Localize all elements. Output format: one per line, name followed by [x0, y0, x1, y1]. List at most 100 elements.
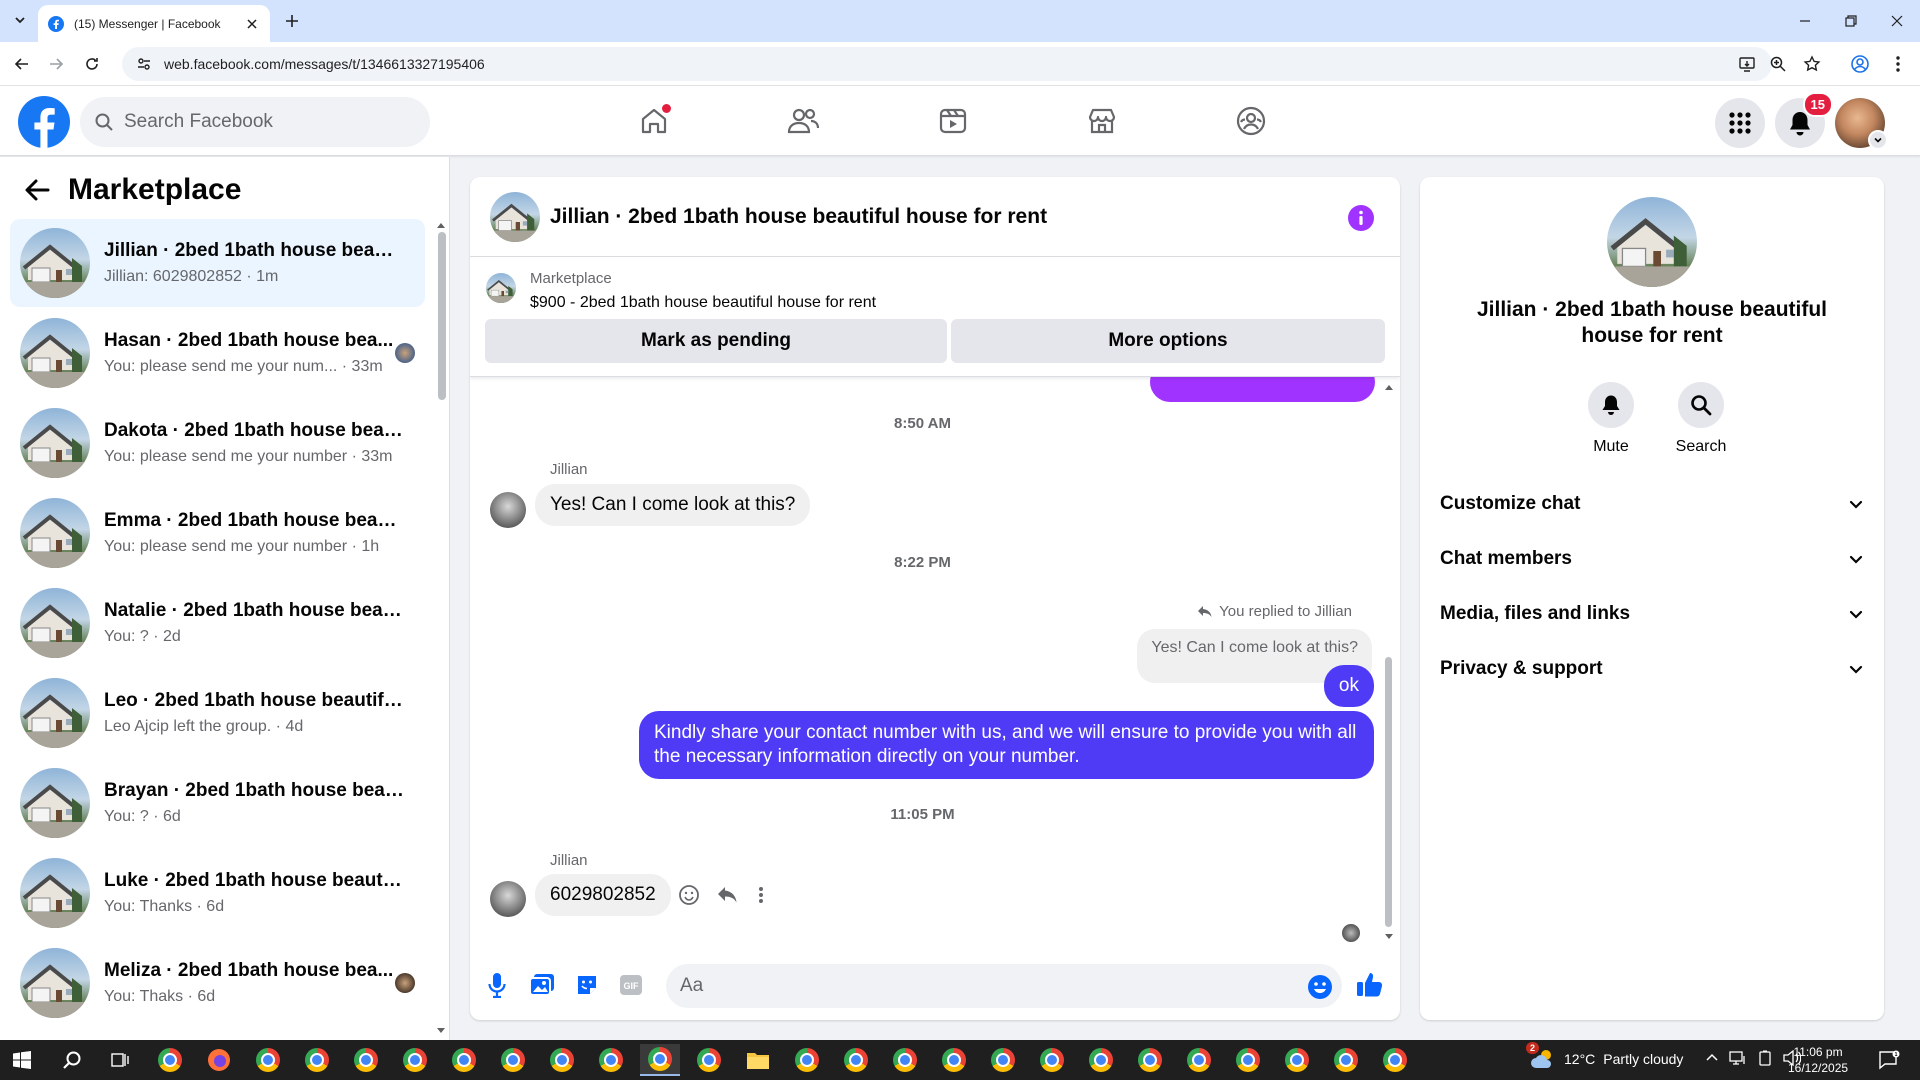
taskbar-app-chrome[interactable]: [689, 1044, 729, 1076]
back-button[interactable]: [10, 52, 34, 76]
menu-button[interactable]: [1715, 98, 1765, 148]
notifications-button[interactable]: 15: [1775, 92, 1833, 148]
chat-header-avatar[interactable]: [490, 191, 540, 242]
bookmark-star-icon[interactable]: [1800, 52, 1824, 76]
search-in-chat-button[interactable]: [1678, 382, 1724, 428]
browser-menu-icon[interactable]: [1886, 52, 1910, 76]
nav-friends[interactable]: [782, 100, 824, 142]
back-arrow-icon[interactable]: [24, 178, 50, 202]
details-avatar[interactable]: [1607, 197, 1697, 287]
search-action[interactable]: Search: [1661, 382, 1741, 456]
send-like-button[interactable]: [1356, 970, 1384, 998]
scroll-up-arrow-icon[interactable]: [436, 221, 446, 229]
network-icon[interactable]: [1729, 1050, 1747, 1066]
new-tab-button[interactable]: [280, 9, 304, 33]
details-section-row[interactable]: Privacy & support: [1440, 649, 1864, 689]
taskbar-app-chrome[interactable]: [934, 1044, 974, 1076]
conversation-item[interactable]: Meliza · 2bed 1bath house bea... You: Tha…: [10, 939, 425, 1027]
mute-button[interactable]: [1588, 382, 1634, 428]
taskbar-app-chrome[interactable]: [591, 1044, 631, 1076]
scroll-up-arrow-icon[interactable]: [1384, 383, 1394, 391]
message-input-box[interactable]: [666, 964, 1342, 1008]
conversation-item[interactable]: Hasan · 2bed 1bath house bea... You: plea…: [10, 309, 425, 397]
taskbar-app-chrome[interactable]: [444, 1044, 484, 1076]
conversation-item[interactable]: Brayan · 2bed 1bath house beaut... You: ?…: [10, 759, 425, 847]
react-emoji-icon[interactable]: [678, 884, 700, 906]
conversation-item[interactable]: Dakota · 2bed 1bath house beaut... You: p…: [10, 399, 425, 487]
task-view-button[interactable]: [100, 1044, 140, 1076]
attach-photo-button[interactable]: [528, 971, 556, 999]
taskbar-app-chrome[interactable]: [1228, 1044, 1268, 1076]
more-options-button[interactable]: More options: [951, 319, 1385, 363]
taskbar-app-chrome[interactable]: [493, 1044, 533, 1076]
conversation-item[interactable]: Leo · 2bed 1bath house beautiful... Leo A…: [10, 669, 425, 757]
incoming-message[interactable]: 6029802852: [535, 874, 671, 916]
taskbar-app-chrome[interactable]: [983, 1044, 1023, 1076]
taskbar-app-chrome[interactable]: [248, 1044, 288, 1076]
nav-groups[interactable]: [1230, 100, 1272, 142]
taskbar-app-chrome[interactable]: [1375, 1044, 1415, 1076]
conversation-item[interactable]: Jillian · 2bed 1bath house beautif... Jil…: [10, 219, 425, 307]
scroll-down-arrow-icon[interactable]: [1384, 933, 1394, 941]
taskbar-app-chrome[interactable]: [1277, 1044, 1317, 1076]
emoji-button[interactable]: [1306, 973, 1334, 1001]
facebook-search[interactable]: [80, 97, 430, 147]
facebook-search-input[interactable]: [124, 111, 404, 133]
more-vertical-icon[interactable]: [756, 885, 766, 905]
taskbar-app-chrome[interactable]: [542, 1044, 582, 1076]
sender-avatar[interactable]: [490, 881, 526, 917]
taskbar-app-chrome[interactable]: [297, 1044, 337, 1076]
taskbar-app-chrome[interactable]: [885, 1044, 925, 1076]
conversation-item[interactable]: Natalie · 2bed 1bath house beaut... You: …: [10, 579, 425, 667]
listing-thumbnail[interactable]: [486, 273, 516, 303]
chat-title[interactable]: Jillian · 2bed 1bath house beautiful hou…: [550, 205, 1047, 229]
info-icon[interactable]: [1348, 205, 1374, 231]
reload-button[interactable]: [80, 52, 104, 76]
close-tab-icon[interactable]: [244, 16, 260, 32]
conversation-item[interactable]: Emma · 2bed 1bath house beauti... You: pl…: [10, 489, 425, 577]
restore-window-button[interactable]: [1828, 0, 1874, 42]
message-input[interactable]: [680, 975, 1280, 997]
taskbar-app-chrome[interactable]: [836, 1044, 876, 1076]
details-section-row[interactable]: Customize chat: [1440, 484, 1864, 524]
facebook-logo-icon[interactable]: [18, 96, 70, 148]
close-window-button[interactable]: [1874, 0, 1920, 42]
zoom-icon[interactable]: [1766, 52, 1790, 76]
taskbar-clock[interactable]: 11:06 pm 16/12/2025: [1788, 1044, 1848, 1076]
taskbar-app-chrome[interactable]: [1179, 1044, 1219, 1076]
battery-icon[interactable]: [1757, 1050, 1773, 1066]
start-button[interactable]: [2, 1044, 42, 1076]
taskbar-app-chrome[interactable]: [150, 1044, 190, 1076]
conversation-item[interactable]: Luke · 2bed 1bath house beautif... You: T…: [10, 849, 425, 937]
tab-search-button[interactable]: [8, 8, 32, 32]
notification-center-button[interactable]: 1: [1878, 1050, 1900, 1070]
nav-marketplace[interactable]: [1081, 100, 1123, 142]
nav-video[interactable]: [932, 100, 974, 142]
profile-icon[interactable]: [1848, 52, 1872, 76]
address-bar[interactable]: web.facebook.com/messages/t/134661332719…: [122, 47, 1772, 81]
taskbar-search-button[interactable]: [52, 1044, 92, 1076]
details-section-row[interactable]: Chat members: [1440, 539, 1864, 579]
site-settings-icon[interactable]: [136, 56, 152, 72]
listing-title[interactable]: $900 - 2bed 1bath house beautiful house …: [530, 294, 876, 312]
taskbar-app-chrome[interactable]: [395, 1044, 435, 1076]
taskbar-app-chrome[interactable]: [1130, 1044, 1170, 1076]
taskbar-app-folder[interactable]: [738, 1044, 778, 1076]
forward-button[interactable]: [44, 52, 68, 76]
scroll-down-arrow-icon[interactable]: [436, 1027, 446, 1035]
account-menu-chevron[interactable]: [1868, 130, 1888, 150]
mute-action[interactable]: Mute: [1571, 382, 1651, 456]
taskbar-app-firefox[interactable]: [199, 1044, 239, 1076]
gif-button[interactable]: GIF: [617, 971, 645, 999]
outgoing-message[interactable]: ok: [1323, 665, 1374, 707]
sticker-button[interactable]: [573, 971, 601, 999]
minimize-window-button[interactable]: [1782, 0, 1828, 42]
browser-tab-messenger[interactable]: (15) Messenger | Facebook: [38, 5, 270, 42]
taskbar-app-chrome[interactable]: [640, 1044, 680, 1076]
incoming-message[interactable]: Yes! Can I come look at this?: [535, 484, 811, 526]
chevron-up-icon[interactable]: [1705, 1051, 1719, 1065]
mark-as-pending-button[interactable]: Mark as pending: [485, 319, 947, 363]
taskbar-app-chrome[interactable]: [1032, 1044, 1072, 1076]
chat-scrollbar[interactable]: [1385, 657, 1392, 927]
install-app-icon[interactable]: [1735, 52, 1759, 76]
